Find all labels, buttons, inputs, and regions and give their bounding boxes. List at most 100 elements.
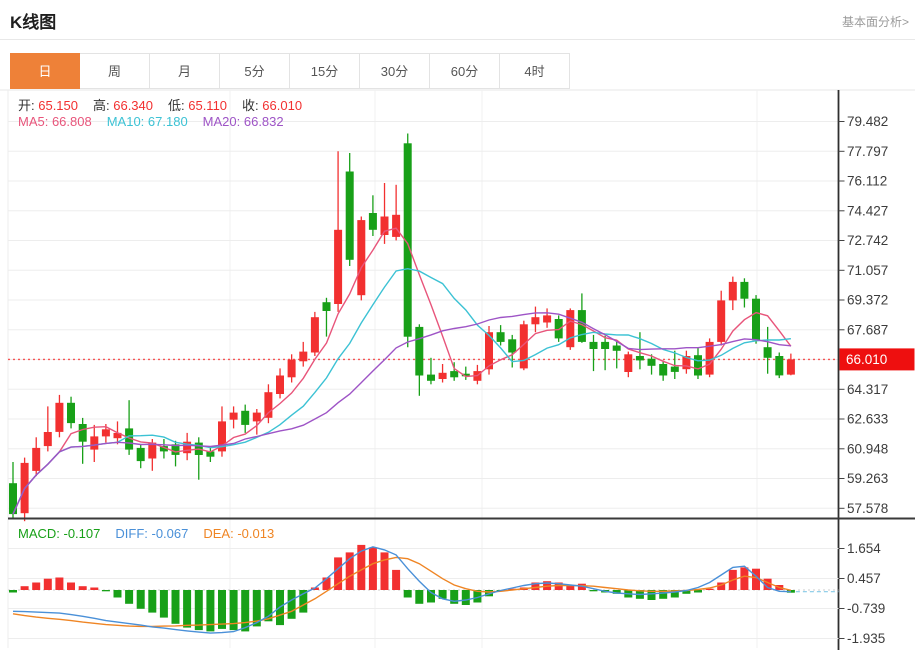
macd-hist-bar (381, 552, 389, 590)
macd-hist-bar (462, 590, 470, 605)
candles-layer (9, 134, 795, 522)
macd-hist-bar (415, 590, 423, 604)
candle-body (369, 213, 377, 230)
macd-hist-bar (137, 590, 145, 609)
macd-hist-bar (369, 547, 377, 590)
candle-body (32, 448, 40, 471)
candle-body (624, 354, 632, 372)
candle-body (311, 317, 319, 352)
candle-body (729, 282, 737, 301)
candle-body (67, 403, 75, 423)
macd-hist-bar (125, 590, 133, 604)
candle-body (357, 220, 365, 295)
macd-hist-bar (183, 590, 191, 628)
ohlc-item-0: 开: 65.150 (18, 98, 78, 113)
tab-日[interactable]: 日 (10, 53, 80, 89)
macd-hist-bar (148, 590, 156, 613)
macd-hist-bar (9, 590, 17, 593)
ohlc-readout: 开: 65.150 高: 66.340 低: 65.110 收: 66.010 (18, 95, 317, 114)
ohlc-item-3: 收: 66.010 (242, 98, 302, 113)
macd-hist-bar (79, 586, 87, 590)
macd-hist-bar (218, 590, 226, 629)
ohlc-item-2: 低: 65.110 (168, 98, 227, 113)
candle-body (590, 342, 598, 349)
candle-body (497, 332, 505, 342)
candle-body (427, 375, 435, 381)
candle-body (346, 172, 354, 260)
y-axis-label: 79.482 (847, 114, 888, 129)
candle-body (671, 367, 679, 372)
macd-hist-bar (67, 583, 75, 591)
candle-body (415, 327, 423, 376)
macd-hist-bar (114, 590, 122, 598)
candle-body (288, 360, 296, 378)
y-axis-label: 60.948 (847, 441, 888, 456)
tab-月[interactable]: 月 (150, 53, 220, 89)
candle-body (694, 355, 702, 375)
macd-item-2: DEA: -0.013 (203, 526, 274, 541)
candle-body (740, 282, 748, 299)
candle-body (543, 315, 551, 322)
macd-hist-bar (195, 590, 203, 630)
candle-body (230, 413, 238, 420)
last-price-badge-text: 66.010 (846, 352, 887, 367)
candle-body (392, 215, 400, 237)
macd-hist-bar (392, 570, 400, 590)
candle-body (508, 339, 516, 352)
candle-body (102, 429, 110, 436)
macd-hist-bar (55, 578, 63, 591)
period-tab-bar: 日周月5分15分30分60分4时 (10, 53, 570, 89)
macd-hist-bar (172, 590, 180, 624)
tab-4时[interactable]: 4时 (500, 53, 570, 89)
candle-body (323, 302, 331, 311)
y-axis-label: 72.742 (847, 233, 888, 248)
y-axis-label: 71.057 (847, 263, 888, 278)
macd-item-1: DIFF: -0.067 (115, 526, 188, 541)
candle-body (613, 346, 621, 351)
candle-body (44, 432, 52, 446)
tab-15分[interactable]: 15分 (290, 53, 360, 89)
macd-hist-bar (160, 590, 168, 618)
candle-body (90, 436, 98, 449)
ma10-line (13, 269, 791, 514)
tab-5分[interactable]: 5分 (220, 53, 290, 89)
ohlc-item-1: 高: 66.340 (93, 98, 153, 113)
macd-hist-bar (590, 590, 598, 591)
y-axis-label: 57.578 (847, 501, 888, 516)
candle-body (241, 411, 249, 425)
candle-body (79, 424, 87, 442)
candle-body (264, 392, 272, 418)
ma-item-1: MA10: 67.180 (107, 114, 188, 129)
candle-body (659, 364, 667, 376)
candle-body (648, 359, 656, 366)
candle-body (636, 356, 644, 360)
candle-body (137, 448, 145, 461)
macd-hist-bar (288, 590, 296, 619)
ma-readout: MA5: 66.808 MA10: 67.180 MA20: 66.832 (18, 114, 299, 129)
y-axis-label: 77.797 (847, 144, 888, 159)
macd-readout: MACD: -0.107DIFF: -0.067DEA: -0.013 (18, 526, 289, 541)
candle-body (764, 347, 772, 358)
candle-body (450, 371, 458, 377)
candle-body (566, 310, 574, 347)
tab-30分[interactable]: 30分 (360, 53, 430, 89)
macd-axis-label: 0.457 (847, 571, 881, 586)
macd-axis-label: 1.654 (847, 541, 881, 556)
tab-周[interactable]: 周 (80, 53, 150, 89)
macd-hist-bar (404, 590, 412, 598)
ma-item-0: MA5: 66.808 (18, 114, 92, 129)
macd-hist-bar (241, 590, 249, 631)
y-axis-label: 59.263 (847, 471, 888, 486)
macd-hist-bar (102, 590, 110, 591)
candle-body (775, 356, 783, 375)
y-axis-label: 74.427 (847, 203, 888, 218)
y-axis-label: 67.687 (847, 322, 888, 337)
macd-hist-bar (90, 588, 98, 591)
ma-item-2: MA20: 66.832 (203, 114, 284, 129)
candle-body (55, 403, 63, 432)
candle-body (555, 319, 563, 338)
tab-60分[interactable]: 60分 (430, 53, 500, 89)
candle-body (276, 376, 284, 395)
macd-axis-label: -0.739 (847, 601, 885, 616)
candle-body (717, 300, 725, 342)
